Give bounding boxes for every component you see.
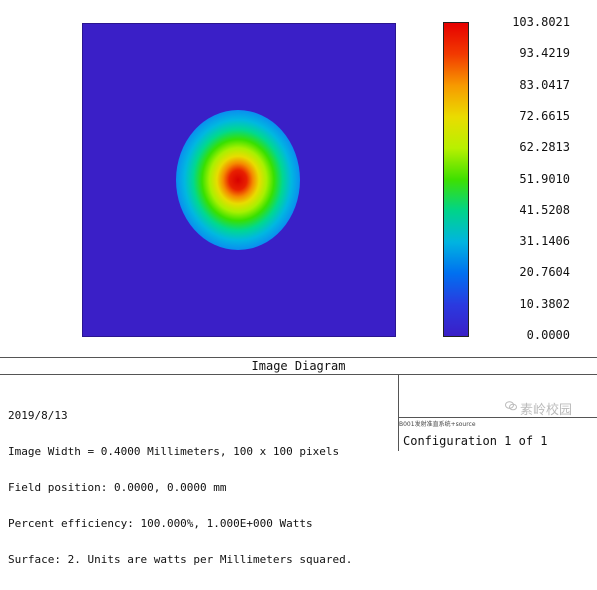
colorbar-label: 72.6615 <box>519 109 570 123</box>
colorbar-label: 10.3802 <box>519 297 570 311</box>
file-name: B001发射准直系统+source <box>399 421 476 428</box>
info-image-width: Image Width = 0.4000 Millimeters, 100 x … <box>8 445 340 458</box>
info-surface: Surface: 2. Units are watts per Millimet… <box>8 553 353 566</box>
colorbar-label: 31.1406 <box>519 234 570 248</box>
color-scale-bar <box>443 22 469 337</box>
plot-area: 103.8021 93.4219 83.0417 72.6615 62.2813… <box>0 0 597 357</box>
colorbar-label: 41.5208 <box>519 203 570 217</box>
watermark: 素岭校园 <box>520 403 573 418</box>
info-field-position: Field position: 0.0000, 0.0000 mm <box>8 481 227 494</box>
colorbar-label: 62.2813 <box>519 140 570 154</box>
colorbar-label: 83.0417 <box>519 78 570 92</box>
beam-spot-graphic <box>176 110 300 250</box>
info-date: 2019/8/13 <box>8 409 68 422</box>
colorbar-label: 51.9010 <box>519 172 570 186</box>
diagram-info: 2019/8/13 Image Width = 0.4000 Millimete… <box>8 386 352 590</box>
beam-spot <box>176 110 300 250</box>
beam-irradiance-plot <box>82 23 396 337</box>
wechat-icon <box>505 401 517 411</box>
colorbar-label: 0.0000 <box>526 328 570 342</box>
info-percent-efficiency: Percent efficiency: 100.000%, 1.000E+000… <box>8 517 313 530</box>
colorbar-label: 93.4219 <box>519 46 570 60</box>
colorbar-label: 103.8021 <box>512 15 570 29</box>
configuration-label: Configuration 1 of 1 <box>403 434 548 448</box>
colorbar-label: 20.7604 <box>519 265 570 279</box>
diagram-title: Image Diagram <box>0 358 597 375</box>
